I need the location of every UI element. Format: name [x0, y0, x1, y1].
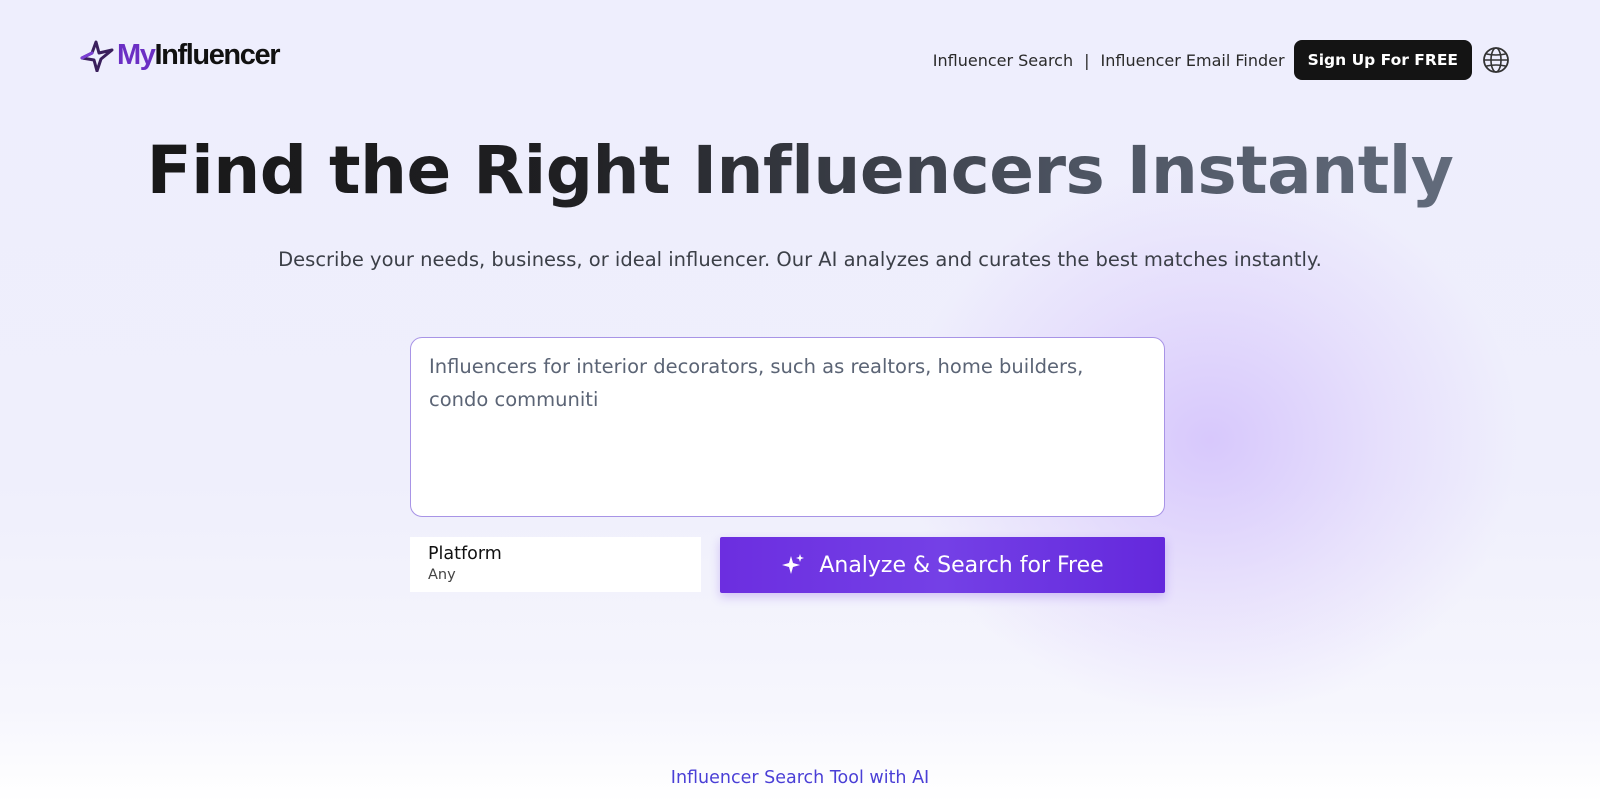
search-input[interactable]: Influencers for interior decorators, suc…: [429, 350, 1146, 504]
nav-influencer-search[interactable]: Influencer Search: [933, 51, 1073, 70]
globe-icon[interactable]: [1482, 46, 1510, 74]
sparkle-icon: [782, 554, 805, 574]
logo-text: MyInfluencer: [117, 38, 281, 72]
footer-tool-link[interactable]: Influencer Search Tool with AI: [0, 768, 1600, 788]
logo[interactable]: MyInfluencer: [80, 38, 281, 72]
search-box[interactable]: Influencers for interior decorators, suc…: [410, 337, 1165, 517]
nav-separator: |: [1084, 50, 1090, 70]
analyze-search-button[interactable]: Analyze & Search for Free: [720, 537, 1165, 593]
signup-button[interactable]: Sign Up For FREE: [1293, 40, 1472, 80]
page-title: Find the Right Influencers Instantly: [0, 132, 1600, 209]
logo-prefix: My: [117, 38, 156, 71]
star-logo-icon: [80, 40, 114, 72]
platform-select[interactable]: Platform Any: [410, 537, 701, 592]
analyze-button-label: Analyze & Search for Free: [819, 552, 1104, 578]
platform-label: Platform: [428, 544, 502, 564]
platform-value: Any: [428, 567, 456, 583]
top-nav: Influencer Search | Influencer Email Fin…: [933, 40, 1510, 80]
logo-suffix: Influencer: [154, 38, 281, 71]
page-subtitle: Describe your needs, business, or ideal …: [278, 248, 1322, 271]
nav-influencer-email-finder[interactable]: Influencer Email Finder: [1101, 51, 1285, 70]
